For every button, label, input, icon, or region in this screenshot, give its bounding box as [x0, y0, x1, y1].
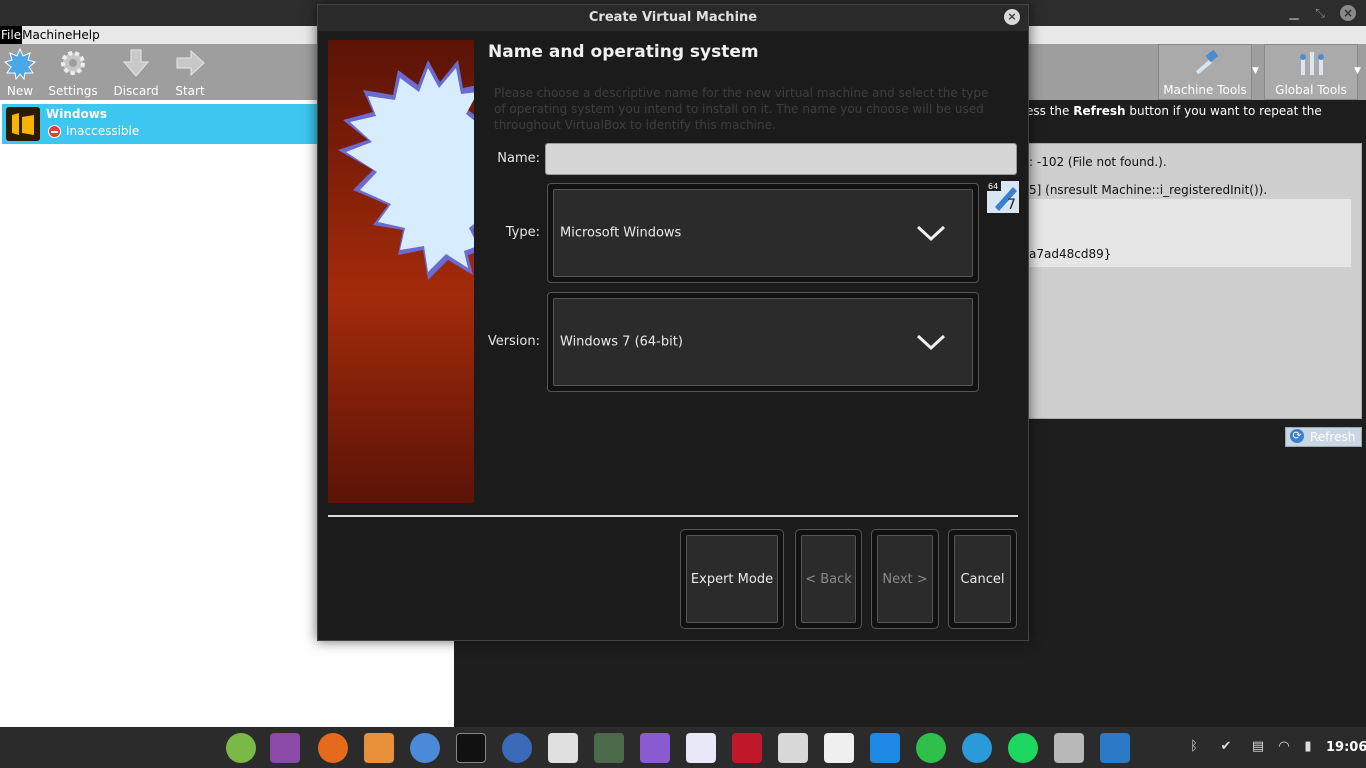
cancel-button[interactable]: Cancel [948, 529, 1017, 629]
hammer-icon [1195, 49, 1219, 75]
menu-help[interactable]: Help [72, 26, 99, 44]
version-label: Version: [487, 334, 540, 349]
wifi-icon[interactable]: ◠ [1276, 739, 1292, 755]
chevron-down-icon [916, 334, 946, 351]
dialog-title: Create Virtual Machine [588, 10, 758, 25]
version-value: Windows 7 (64-bit) [560, 334, 683, 350]
vscode-icon[interactable] [870, 733, 900, 763]
files-manager-icon[interactable] [270, 733, 300, 763]
obsidian-icon[interactable] [640, 733, 670, 763]
vm-name: Windows [46, 107, 107, 121]
type-value: Microsoft Windows [560, 225, 682, 241]
new-star-icon [4, 48, 36, 80]
os-icon-badge: 64 [988, 182, 998, 191]
error-details-box: : -102 (File not found.). 5] (nsresult M… [1026, 143, 1362, 419]
refresh-icon: ⟳ [1290, 429, 1304, 443]
gear-icon [61, 51, 85, 75]
system-monitor-icon[interactable] [594, 733, 624, 763]
minimize-icon[interactable]: ▁ [1286, 5, 1302, 21]
windows-vm-icon [6, 107, 40, 141]
menu-file[interactable]: File [0, 26, 23, 44]
arrow-down-icon [122, 49, 150, 77]
xournal-icon[interactable] [824, 733, 854, 763]
vm-list-item[interactable]: Windows Inaccessible [2, 104, 318, 144]
type-label: Type: [505, 225, 540, 240]
global-tools-tab[interactable]: Global Tools [1264, 44, 1358, 100]
new-button[interactable]: New [0, 44, 40, 100]
machine-tools-dropdown-icon[interactable]: ▼ [1252, 66, 1264, 76]
dialog-close-icon[interactable]: × [1004, 9, 1020, 25]
next-button[interactable]: Next > [871, 529, 939, 629]
menu-machine[interactable]: Machine [22, 26, 72, 44]
error-message-top: ess the Refresh button if you want to re… [1026, 104, 1322, 118]
os-icon-version: 7 [1007, 197, 1016, 213]
name-label: Name: [497, 151, 540, 166]
taskbar: ᛒ ✔ ▤ ◠ ▮ 19:06 [0, 727, 1366, 768]
global-tools-dropdown-icon[interactable]: ▼ [1354, 66, 1366, 76]
firefox-icon[interactable] [318, 733, 348, 763]
folder-icon[interactable] [364, 733, 394, 763]
printer-icon[interactable]: ▤ [1250, 739, 1266, 755]
spotify-icon[interactable] [1008, 733, 1038, 763]
back-button[interactable]: < Back [795, 529, 862, 629]
arrow-right-icon [176, 49, 205, 77]
mint-menu-icon[interactable] [226, 733, 256, 763]
bluetooth-icon[interactable]: ᛒ [1186, 739, 1202, 755]
thunderbird-icon[interactable] [502, 733, 532, 763]
wizard-watermark-image [328, 40, 474, 503]
whatsapp-icon[interactable] [916, 733, 946, 763]
machine-tools-tab[interactable]: Machine Tools [1158, 44, 1252, 100]
settings-button[interactable]: Settings [46, 44, 100, 100]
terminal-icon[interactable] [456, 733, 486, 763]
dialog-separator [328, 515, 1018, 517]
version-combobox[interactable]: Windows 7 (64-bit) [547, 292, 979, 392]
text-editor-icon[interactable] [548, 733, 578, 763]
error-line-1: : -102 (File not found.). [1029, 155, 1167, 169]
type-combobox[interactable]: Microsoft Windows [547, 183, 979, 283]
refresh-button[interactable]: ⟳ Refresh [1285, 427, 1362, 447]
expert-mode-button[interactable]: Expert Mode [680, 529, 784, 629]
chromium-icon[interactable] [410, 733, 440, 763]
clock[interactable]: 19:06 [1326, 727, 1366, 768]
virtualbox-tools-icon[interactable] [1054, 733, 1084, 763]
error-line-2: 5] (nsresult Machine::i_registeredInit()… [1029, 183, 1268, 197]
telegram-icon[interactable] [962, 733, 992, 763]
resource-monitor-icon[interactable] [1100, 733, 1130, 763]
texmaker-icon[interactable] [778, 733, 808, 763]
create-vm-dialog: Create Virtual Machine × Name and operat… [317, 4, 1029, 641]
restore-icon[interactable]: ⤡ [1312, 5, 1328, 21]
shield-icon[interactable]: ✔ [1218, 739, 1234, 755]
start-button[interactable]: Start [170, 44, 210, 100]
tools-icon [1300, 52, 1324, 75]
discard-button[interactable]: Discard [110, 44, 162, 100]
os-type-icon: 64 7 [987, 181, 1019, 213]
libreoffice-writer-icon[interactable] [686, 733, 716, 763]
name-input[interactable] [545, 143, 1017, 175]
vm-state: Inaccessible [66, 124, 140, 138]
page-description: Please choose a descriptive name for the… [494, 86, 989, 132]
close-icon[interactable]: × [1340, 5, 1356, 21]
error-icon [48, 125, 61, 138]
battery-icon[interactable]: ▮ [1300, 739, 1316, 755]
mendeley-icon[interactable] [732, 733, 762, 763]
error-line-3: a7ad48cd89} [1029, 247, 1112, 261]
starburst-icon [338, 60, 474, 280]
page-heading: Name and operating system [488, 42, 759, 62]
chevron-down-icon [916, 225, 946, 242]
